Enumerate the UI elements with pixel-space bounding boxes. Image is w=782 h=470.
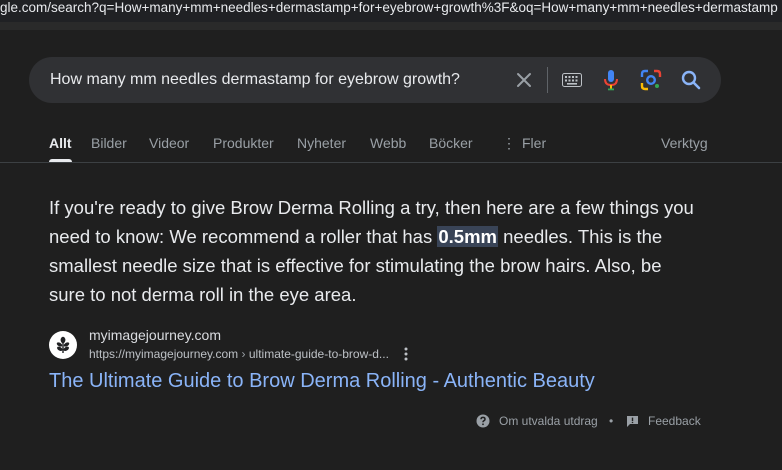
about-label: Om utvalda utdrag: [499, 414, 598, 428]
address-bar[interactable]: gle.com/search?q=How+many+mm+needles+der…: [0, 0, 782, 22]
citation-url: https://myimagejourney.com: [89, 347, 239, 361]
keyboard-icon[interactable]: [560, 68, 584, 92]
tab-nyheter[interactable]: Nyheter: [297, 124, 346, 162]
more-options-icon[interactable]: [400, 345, 412, 363]
tab-bilder[interactable]: Bilder: [91, 124, 127, 162]
citation-path: ultimate-guide-to-brow-d...: [248, 347, 389, 361]
search-box[interactable]: How many mm needles dermastamp for eyebr…: [29, 57, 721, 103]
footer-dot: •: [609, 414, 614, 428]
search-icon[interactable]: [679, 68, 703, 92]
search-results-page: How many mm needles dermastamp for eyebr…: [0, 30, 782, 470]
result-title-link[interactable]: The Ultimate Guide to Brow Derma Rolling…: [49, 370, 595, 393]
clear-icon[interactable]: [512, 68, 536, 92]
tabs-divider: [0, 162, 782, 163]
site-favicon[interactable]: [49, 331, 77, 359]
tab-webb[interactable]: Webb: [370, 124, 406, 162]
address-url[interactable]: gle.com/search?q=How+many+mm+needles+der…: [0, 0, 778, 16]
tab-videor[interactable]: Videor: [149, 124, 189, 162]
site-name[interactable]: myimagejourney.com: [89, 327, 221, 343]
mic-icon[interactable]: [599, 68, 623, 92]
leaf-icon: [56, 336, 70, 353]
search-tabs: Allt Bilder Videor Produkter Nyheter Web…: [0, 124, 782, 164]
search-box-divider: [547, 67, 548, 93]
featured-snippet-text: If you're ready to give Brow Derma Rolli…: [49, 193, 699, 309]
search-input[interactable]: How many mm needles dermastamp for eyebr…: [50, 57, 460, 103]
tab-produkter[interactable]: Produkter: [213, 124, 274, 162]
feedback-button[interactable]: Feedback: [626, 411, 701, 431]
tab-allt[interactable]: Allt: [49, 124, 72, 162]
snippet-highlight: 0.5mm: [437, 226, 498, 247]
tab-bocker[interactable]: Böcker: [429, 124, 473, 162]
citation-separator: ›: [241, 347, 246, 361]
lens-icon[interactable]: [639, 68, 663, 92]
feedback-icon: [627, 415, 638, 427]
result-citation[interactable]: https://myimagejourney.com › ultimate-gu…: [89, 347, 389, 361]
about-featured-snippets[interactable]: Om utvalda utdrag: [476, 411, 598, 431]
toolbar-divider: [0, 22, 782, 30]
tab-more[interactable]: ⋮ Fler: [502, 124, 546, 162]
help-icon: [476, 414, 490, 428]
feedback-label: Feedback: [648, 414, 701, 428]
tab-more-label: Fler: [522, 135, 547, 151]
more-vert-icon: ⋮: [502, 135, 516, 151]
tools-button[interactable]: Verktyg: [661, 124, 708, 162]
